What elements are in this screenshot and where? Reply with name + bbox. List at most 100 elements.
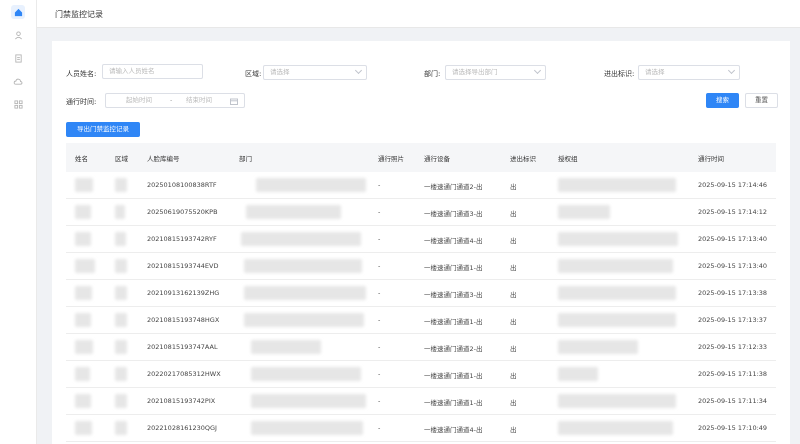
redacted-area	[115, 178, 127, 192]
home-icon[interactable]	[11, 5, 25, 19]
table-row[interactable]: 20250108100838RTF - 一楼速通门通道2-出 出 2025-09…	[66, 172, 776, 199]
redacted-auth-group	[558, 178, 676, 192]
photo-cell: -	[378, 424, 381, 432]
redacted-name	[75, 259, 95, 273]
redacted-auth-group	[558, 313, 676, 327]
area-select[interactable]: 请选择	[263, 65, 367, 80]
photo-cell: -	[378, 397, 381, 405]
table-row[interactable]: 20210815193742PIX - 一楼速通门通道1-出 出 2025-09…	[66, 388, 776, 415]
direction-placeholder: 请选择	[645, 68, 665, 76]
start-time-placeholder: 起始时间	[126, 96, 152, 104]
redacted-area	[115, 340, 127, 354]
dept-select[interactable]: 请选择导出部门	[445, 65, 546, 80]
direction-cell: 出	[510, 264, 517, 272]
device-cell: 一楼速通门通道2-出	[424, 345, 483, 353]
face-id: 20210815193744EVD	[147, 262, 219, 270]
redacted-name	[75, 313, 91, 327]
user-icon[interactable]	[11, 28, 25, 42]
face-id: 20221028161230QGJ	[147, 424, 217, 432]
photo-cell: -	[378, 208, 381, 216]
end-time-placeholder: 结束时间	[186, 96, 212, 104]
column-header: 授权组	[558, 155, 578, 163]
area-label: 区域:	[245, 70, 262, 78]
main-panel: 人员姓名: 请输入人员姓名 区域: 请选择 部门: 请选择导出部门 进出标识: …	[52, 41, 790, 444]
redacted-auth-group	[558, 259, 673, 273]
photo-cell: -	[378, 262, 381, 270]
face-id: 20210815193742RYF	[147, 235, 217, 243]
sidebar	[0, 0, 37, 444]
grid-icon[interactable]	[11, 97, 25, 111]
redacted-auth-group	[558, 367, 598, 381]
photo-cell: -	[378, 370, 381, 378]
redacted-area	[115, 286, 127, 300]
time-range-picker[interactable]: 起始时间 - 结束时间	[105, 93, 245, 108]
table-row[interactable]: 20220217085312HWX - 一楼速通门通道1-出 出 2025-09…	[66, 361, 776, 388]
time-label: 通行时间:	[66, 98, 97, 106]
direction-select[interactable]: 请选择	[638, 65, 740, 80]
calendar-icon	[230, 97, 238, 110]
face-id: 20220217085312HWX	[147, 370, 221, 378]
redacted-name	[75, 421, 92, 435]
redacted-name	[75, 232, 91, 246]
photo-cell: -	[378, 316, 381, 324]
dept-placeholder: 请选择导出部门	[452, 68, 498, 76]
redacted-department	[251, 340, 321, 354]
redacted-department	[251, 367, 361, 381]
column-header: 通行时间	[698, 155, 724, 163]
name-input[interactable]: 请输入人员姓名	[102, 64, 203, 79]
redacted-area	[115, 232, 126, 246]
export-button[interactable]: 导出门禁监控记录	[66, 122, 140, 137]
face-id: 20250108100838RTF	[147, 181, 217, 189]
direction-cell: 出	[510, 372, 517, 380]
chevron-down-icon	[727, 66, 736, 75]
device-cell: 一楼速通门通道3-出	[424, 291, 483, 299]
reset-button[interactable]: 重置	[745, 93, 778, 108]
chevron-down-icon	[533, 66, 542, 75]
name-placeholder: 请输入人员姓名	[109, 67, 155, 75]
redacted-department	[251, 421, 363, 435]
column-header: 区域	[115, 155, 128, 163]
redacted-area	[115, 205, 125, 219]
column-header: 姓名	[75, 155, 88, 163]
redacted-name	[75, 367, 90, 381]
device-cell: 一楼速通门通道4-出	[424, 237, 483, 245]
table-row[interactable]: 20210815193748HGX - 一楼速通门通道1-出 出 2025-09…	[66, 307, 776, 334]
redacted-name	[75, 340, 93, 354]
direction-cell: 出	[510, 399, 517, 407]
redacted-department	[251, 394, 366, 408]
redacted-auth-group	[558, 340, 638, 354]
redacted-auth-group	[558, 205, 610, 219]
cloud-icon[interactable]	[11, 74, 25, 88]
direction-cell: 出	[510, 210, 517, 218]
time-cell: 2025-09-15 17:12:33	[698, 343, 768, 351]
direction-cell: 出	[510, 426, 517, 434]
redacted-name	[75, 286, 92, 300]
time-cell: 2025-09-15 17:13:40	[698, 262, 768, 270]
name-label: 人员姓名:	[66, 70, 97, 78]
redacted-area	[115, 421, 127, 435]
redacted-area	[115, 259, 127, 273]
column-header: 进出标识	[510, 155, 536, 163]
device-cell: 一楼速通门通道1-出	[424, 318, 483, 326]
redacted-area	[115, 313, 127, 327]
photo-cell: -	[378, 235, 381, 243]
table-row[interactable]: 20221028161230QGJ - 一楼速通门通道4-出 出 2025-09…	[66, 415, 776, 442]
search-button[interactable]: 搜索	[706, 93, 739, 108]
table-row[interactable]: 20210815193744EVD - 一楼速通门通道1-出 出 2025-09…	[66, 253, 776, 280]
photo-cell: -	[378, 289, 381, 297]
direction-cell: 出	[510, 183, 517, 191]
column-header: 通行照片	[378, 155, 404, 163]
redacted-auth-group	[558, 421, 673, 435]
table-row[interactable]: 20210815193742RYF - 一楼速通门通道4-出 出 2025-09…	[66, 226, 776, 253]
table-row[interactable]: 20250619075520KPB - 一楼速通门通道3-出 出 2025-09…	[66, 199, 776, 226]
table-row[interactable]: 20210913162139ZHG - 一楼速通门通道3-出 出 2025-09…	[66, 280, 776, 307]
face-id: 20210913162139ZHG	[147, 289, 220, 297]
redacted-department	[244, 313, 364, 327]
time-cell: 2025-09-15 17:13:40	[698, 235, 768, 243]
column-header: 人脸库编号	[147, 155, 180, 163]
redacted-auth-group	[558, 394, 676, 408]
direction-label: 进出标识:	[604, 70, 635, 78]
document-icon[interactable]	[11, 51, 25, 65]
page-title: 门禁监控记录	[55, 10, 103, 19]
table-row[interactable]: 20210815193747AAL - 一楼速通门通道2-出 出 2025-09…	[66, 334, 776, 361]
